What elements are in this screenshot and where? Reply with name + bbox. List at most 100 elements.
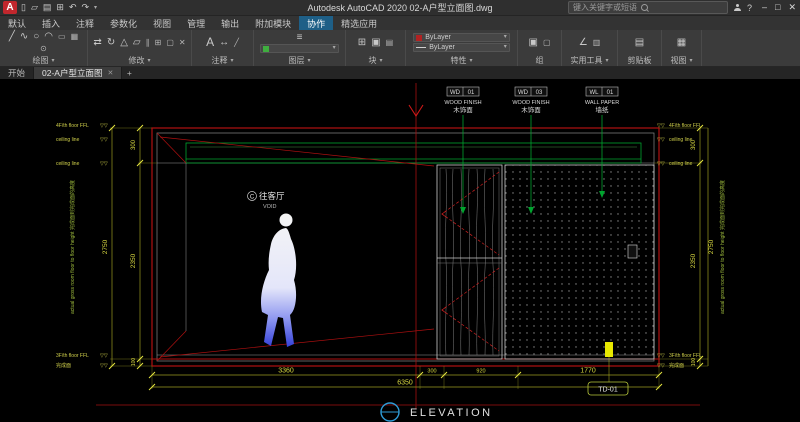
autocad-logo[interactable]: A <box>3 1 17 14</box>
tab-start[interactable]: 开始 <box>0 67 34 79</box>
paste-tool-icon[interactable]: ▤ <box>635 37 644 48</box>
linetype-dropdown[interactable]: ByLayer ▾ <box>413 43 510 52</box>
group-tool-icon[interactable]: ▣ <box>528 37 537 48</box>
svg-text:▽▽: ▽▽ <box>657 123 665 129</box>
tab-current-drawing[interactable]: 02-A户型立面图 ✕ <box>34 67 122 79</box>
redo-icon[interactable]: ↷ <box>81 2 89 13</box>
tab-collaborate[interactable]: 协作 <box>299 16 333 30</box>
hatch-tool-icon[interactable]: ▦ <box>71 31 79 42</box>
ellipse-tool-icon[interactable]: ⊙ <box>40 43 47 54</box>
erase-tool-icon[interactable]: ✕ <box>179 37 186 48</box>
tab-annotate[interactable]: 注释 <box>68 16 102 30</box>
layer-color-swatch <box>263 46 269 52</box>
tab-insert[interactable]: 插入 <box>34 16 68 30</box>
tab-home[interactable]: 默认 <box>0 16 34 30</box>
tab-parametric[interactable]: 参数化 <box>102 16 145 30</box>
panel-label-clipboard[interactable]: 剪贴板 <box>618 55 661 66</box>
title-bar: A ▯ ▱ ▤ ⊞ ↶ ↷ ▾ Autodesk AutoCAD 2020 02… <box>0 0 800 16</box>
layer-dropdown[interactable]: ▾ <box>260 44 338 53</box>
polyline-tool-icon[interactable]: ∿ <box>20 31 28 42</box>
panel-draw: ╱ ∿ ○ ◠ ▭ ▦ ⊙ 绘图▾ <box>0 30 88 66</box>
close-tab-icon[interactable]: ✕ <box>107 69 113 77</box>
panel-label-utilities[interactable]: 实用工具▾ <box>562 55 617 66</box>
view-tool-icon[interactable]: ▦ <box>677 37 686 48</box>
panel-caret-icon: ▾ <box>605 57 608 64</box>
panel-label-groups[interactable]: 组 <box>518 55 561 66</box>
insert-block-icon[interactable]: ⊞ <box>358 37 366 48</box>
detail-badge: TD-01 <box>588 382 628 395</box>
panel-label-layers[interactable]: 图层▾ <box>254 55 345 66</box>
tab-featured-apps[interactable]: 精选应用 <box>333 16 385 30</box>
room-label: 往客厅 <box>259 191 285 201</box>
svg-text:WALL PAPER: WALL PAPER <box>585 100 619 106</box>
panel-label-view[interactable]: 视图▾ <box>662 55 701 66</box>
tab-manage[interactable]: 管理 <box>179 16 213 30</box>
arc-tool-icon[interactable]: ◠ <box>44 31 53 42</box>
undo-icon[interactable]: ↶ <box>69 2 77 13</box>
scale-tool-icon[interactable]: ▢ <box>166 37 174 48</box>
wood-grain-texture <box>445 169 493 355</box>
svg-text:ceiling line: ceiling line <box>669 137 693 143</box>
drawing-canvas[interactable]: C 往客厅 VOID <box>0 79 800 422</box>
door-swing-marks <box>442 172 499 351</box>
svg-text:920: 920 <box>476 369 485 375</box>
quick-access-caret-icon[interactable]: ▾ <box>94 4 97 11</box>
new-drawing-tab-icon[interactable]: + <box>122 67 136 79</box>
panel-label-modify[interactable]: 修改▾ <box>88 55 191 66</box>
document-title: 02-A户型立面图.dwg <box>410 3 493 13</box>
panel-label-annotation[interactable]: 注释▾ <box>192 55 253 66</box>
object-color-dropdown[interactable]: ByLayer ▾ <box>413 33 510 42</box>
svg-text:4F/th floor FFL: 4F/th floor FFL <box>56 123 89 129</box>
svg-text:01: 01 <box>607 90 614 96</box>
svg-text:WOOD FINISH: WOOD FINISH <box>444 100 481 106</box>
svg-text:2350: 2350 <box>130 253 137 268</box>
person-silhouette <box>261 214 296 348</box>
save-icon[interactable]: ▤ <box>43 2 52 13</box>
move-tool-icon[interactable]: ⇄ <box>93 37 101 48</box>
tab-view[interactable]: 视图 <box>145 16 179 30</box>
new-file-icon[interactable]: ▯ <box>21 2 26 13</box>
trim-tool-icon[interactable]: △ <box>120 37 128 48</box>
panel-label-properties[interactable]: 特性▾ <box>406 55 517 66</box>
text-tool-icon[interactable]: A <box>206 37 214 48</box>
tab-addins[interactable]: 附加模块 <box>247 16 299 30</box>
line-tool-icon[interactable]: ╱ <box>9 31 15 42</box>
perspective-lines <box>157 133 434 361</box>
leader-tool-icon[interactable]: ╱ <box>234 37 239 48</box>
help-icon[interactable]: ? <box>747 3 752 13</box>
panel-label-block[interactable]: 块▾ <box>346 55 405 66</box>
measure-tool-icon[interactable]: ∠ <box>579 37 588 48</box>
offset-tool-icon[interactable]: ∥ <box>146 37 150 48</box>
create-block-icon[interactable]: ▣ <box>371 37 380 48</box>
dimension-tool-icon[interactable]: ↔ <box>219 37 229 48</box>
mirror-tool-icon[interactable]: ▱ <box>133 37 141 48</box>
search-icon[interactable] <box>641 4 648 11</box>
svg-text:2750: 2750 <box>102 239 109 254</box>
tab-output[interactable]: 输出 <box>213 16 247 30</box>
quick-select-icon[interactable]: ▥ <box>593 37 601 48</box>
rectangle-tool-icon[interactable]: ▭ <box>58 31 66 42</box>
circle-tool-icon[interactable]: ○ <box>33 31 39 42</box>
plot-icon[interactable]: ⊞ <box>56 2 64 13</box>
close-icon[interactable]: ✕ <box>788 2 796 13</box>
svg-text:ceiling line: ceiling line <box>56 137 80 143</box>
array-tool-icon[interactable]: ⊞ <box>155 37 162 48</box>
ribbon-tab-bar: 默认 插入 注释 参数化 视图 管理 输出 附加模块 协作 精选应用 <box>0 16 800 30</box>
search-input[interactable]: 键入关键字或短语 <box>568 1 728 14</box>
signin-account-icon[interactable] <box>734 4 741 11</box>
side-note-right: actual gross room floor to floor height … <box>719 180 726 314</box>
ungroup-tool-icon[interactable]: ▢ <box>543 37 551 48</box>
layer-properties-icon[interactable]: ≡ <box>297 32 303 43</box>
panel-label-draw[interactable]: 绘图▾ <box>0 55 87 66</box>
open-file-icon[interactable]: ▱ <box>31 2 38 13</box>
wallpaper-panel <box>505 165 654 359</box>
rotate-tool-icon[interactable]: ↻ <box>107 37 115 48</box>
svg-text:01: 01 <box>468 90 475 96</box>
minimize-icon[interactable]: – <box>762 2 767 13</box>
edit-block-icon[interactable]: ▤ <box>386 37 394 48</box>
maximize-icon[interactable]: □ <box>775 2 780 13</box>
svg-text:▽▽: ▽▽ <box>100 123 108 129</box>
svg-text:▽▽: ▽▽ <box>657 363 665 369</box>
svg-text:TD-01: TD-01 <box>598 387 618 394</box>
chevron-down-icon: ▾ <box>504 42 507 53</box>
